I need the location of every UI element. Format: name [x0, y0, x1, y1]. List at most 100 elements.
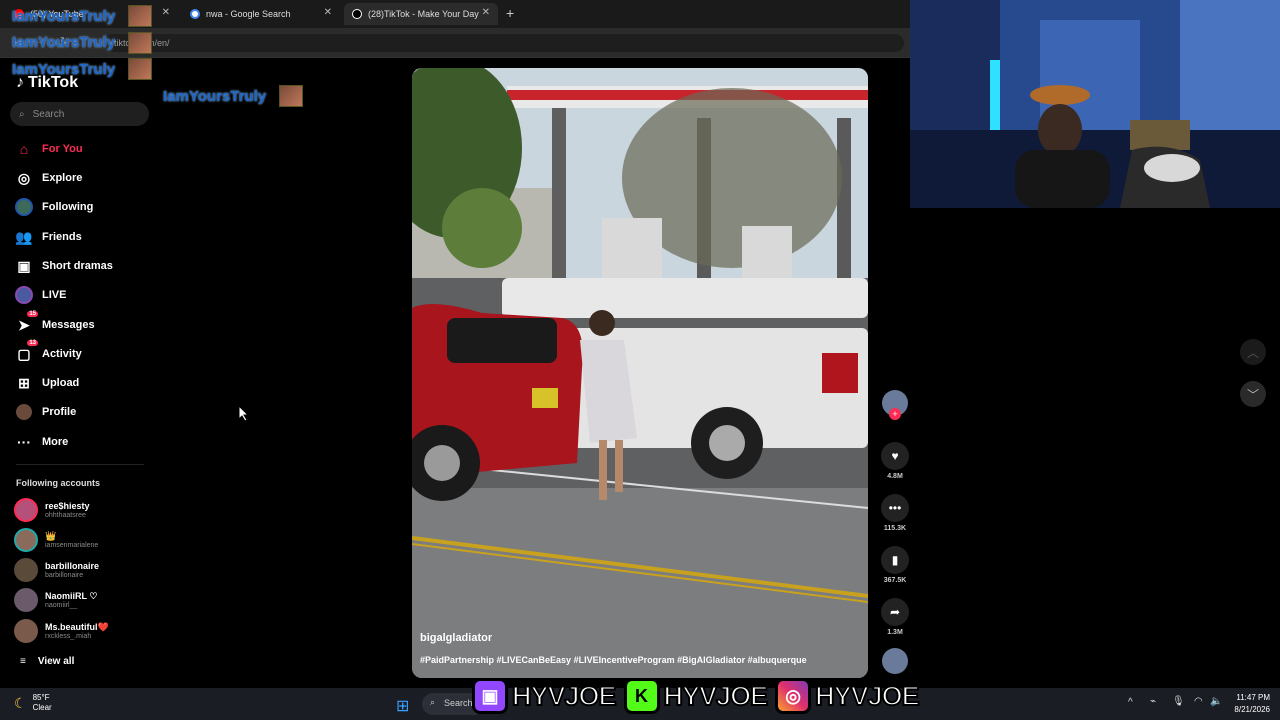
nav-label: Activity: [42, 348, 82, 360]
video-frame: [412, 68, 868, 678]
music-disc-button[interactable]: [880, 648, 910, 674]
comment-button[interactable]: ••• 115.3K: [880, 494, 910, 532]
following-account[interactable]: Ms.beautiful❤️ rxckless_.miah: [14, 619, 109, 643]
nav-activity[interactable]: ▢ 13 Activity: [15, 340, 82, 363]
tab-title: nwa - Google Search: [206, 9, 291, 19]
nav-explore[interactable]: ◎ Explore: [15, 169, 82, 187]
like-count: 4.8M: [887, 473, 903, 480]
account-handle: naomiirl__: [45, 601, 78, 609]
next-video-button[interactable]: ﹀: [1240, 381, 1266, 407]
close-icon[interactable]: ✕: [162, 7, 170, 18]
clock[interactable]: 11:47 PM 8/21/2026: [1226, 692, 1270, 716]
account-name: barbillonaire: [45, 560, 100, 571]
avatar: [14, 588, 38, 612]
chevron-up-icon: ︿: [1246, 345, 1259, 360]
following-account[interactable]: NaomiiRL ♡ naomiirl__: [14, 588, 97, 612]
share-button[interactable]: ➦ 1.3M: [880, 598, 910, 636]
instagram-handle: ◎ HYVJOE: [775, 678, 921, 714]
close-icon[interactable]: ✕: [482, 7, 490, 18]
view-all-button[interactable]: ≡ View all: [20, 656, 74, 667]
follow-plus-icon[interactable]: +: [889, 408, 901, 420]
avatar: [14, 498, 38, 522]
tab-google-search[interactable]: nwa - Google Search ✕: [182, 3, 340, 25]
following-account[interactable]: ree$hiesty ohhthaatsree: [14, 498, 90, 522]
compass-icon: ◎: [17, 169, 31, 186]
avatar: [14, 528, 38, 552]
nav-label: Messages: [42, 319, 95, 331]
url-input[interactable]: tiktok.com/en/: [104, 34, 904, 52]
search-placeholder: Search: [32, 108, 65, 120]
close-icon[interactable]: ✕: [324, 7, 332, 18]
save-count: 367.5K: [883, 577, 907, 584]
wifi-icon[interactable]: ◠: [1194, 696, 1203, 707]
volume-icon[interactable]: 🔈: [1210, 696, 1222, 707]
avatar: [14, 558, 38, 582]
nav-for-you[interactable]: ⌂ For You: [15, 140, 83, 158]
friends-icon: 👥: [15, 228, 33, 245]
tray-chevron-icon[interactable]: ^: [1128, 697, 1133, 708]
search-icon: ⌕: [430, 697, 436, 707]
instagram-icon: ◎: [775, 678, 812, 714]
profile-avatar-icon: [15, 403, 33, 421]
network-icon[interactable]: ⌁: [1150, 696, 1156, 707]
watermark-avatar: [128, 5, 152, 27]
weather-widget[interactable]: ☾ 85°F Clear: [14, 693, 52, 713]
time: 11:47 PM: [1236, 693, 1270, 702]
tab-title: (28)TikTok - Make Your Day: [368, 9, 479, 19]
messages-badge: 15: [27, 311, 38, 317]
nav-friends[interactable]: 👥 Friends: [15, 228, 81, 246]
date: 8/21/2026: [1234, 705, 1270, 714]
nav-profile[interactable]: Profile: [15, 403, 76, 421]
sidebar: ♪ TikTok ⌕ Search ⌂ For You ◎ Explore Fo…: [0, 58, 160, 688]
account-name: ree$hiesty: [45, 500, 90, 511]
nav-following[interactable]: Following: [15, 198, 93, 216]
nav-live[interactable]: LIVE: [15, 286, 66, 304]
windows-start-icon[interactable]: ⊞: [396, 696, 409, 716]
temperature: 85°F: [32, 693, 50, 702]
nav-short-dramas[interactable]: ▣ Short dramas: [15, 257, 113, 275]
microphone-icon[interactable]: 🎙: [1172, 696, 1185, 707]
weather-condition: Clear: [32, 703, 52, 712]
share-icon: ➦: [881, 598, 909, 626]
divider: [16, 464, 144, 465]
video-player[interactable]: bigalgladiator #PaidPartnership #LIVECan…: [412, 68, 868, 678]
tab-tiktok[interactable]: (28)TikTok - Make Your Day ✕: [344, 3, 498, 25]
nav-label: Following: [42, 201, 94, 213]
home-icon: ⌂: [19, 141, 29, 157]
twitch-handle: ▣ HYVJOE: [472, 678, 618, 714]
author-avatar-button[interactable]: +: [880, 390, 910, 420]
handle-text: HYVJOE: [814, 680, 921, 712]
following-account[interactable]: 👑 iamsenmarialene: [14, 528, 98, 552]
bookmark-icon: ▮: [881, 546, 909, 574]
comment-icon: •••: [881, 494, 909, 522]
live-avatar-icon: [15, 286, 33, 304]
account-handle: iamsenmarialene: [45, 541, 99, 549]
weather-moon-icon: ☾: [14, 694, 27, 711]
kick-handle: K HYVJOE: [623, 678, 769, 714]
nav-messages[interactable]: ➤ 15 Messages: [15, 311, 95, 334]
account-name: 👑: [45, 530, 57, 541]
social-handles-banner: ▣ HYVJOE K HYVJOE ◎ HYVJOE: [472, 674, 921, 718]
nav-more[interactable]: ··· More: [15, 433, 68, 451]
messages-icon: ➤ 15: [18, 311, 38, 333]
search-input[interactable]: ⌕ Search: [10, 102, 149, 126]
upload-icon: ⊞: [18, 374, 30, 391]
search-icon: ⌕: [19, 108, 25, 120]
save-button[interactable]: ▮ 367.5K: [880, 546, 910, 584]
watermark-name: IamYoursTruly: [12, 34, 116, 51]
nav-label: More: [42, 436, 69, 448]
nav-upload[interactable]: ⊞ Upload: [15, 374, 79, 392]
previous-video-button[interactable]: ︿: [1240, 339, 1266, 365]
like-button[interactable]: ♥ 4.8M: [880, 442, 910, 480]
account-handle: barbillonaire: [45, 571, 84, 579]
view-all-label: View all: [37, 656, 75, 667]
new-tab-button[interactable]: +: [506, 5, 514, 21]
video-caption[interactable]: #PaidPartnership #LIVECanBeEasy #LIVEInc…: [420, 655, 807, 665]
more-icon: ···: [17, 434, 31, 450]
nav-label: For You: [42, 143, 83, 155]
nav-label: Profile: [42, 406, 77, 418]
film-icon: ▣: [17, 257, 31, 274]
following-account[interactable]: barbillonaire barbillonaire: [14, 558, 99, 582]
video-author[interactable]: bigalgladiator: [420, 632, 492, 644]
following-avatar-icon: [15, 198, 33, 216]
